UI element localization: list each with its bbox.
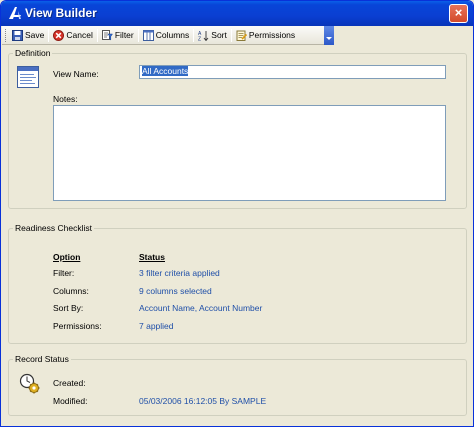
view-name-label: View Name: bbox=[53, 69, 99, 79]
columns-button[interactable]: Columns bbox=[141, 27, 192, 43]
permissions-icon bbox=[236, 30, 247, 41]
columns-icon bbox=[142, 29, 154, 41]
modified-label: Modified: bbox=[53, 396, 88, 406]
clock-gear-icon bbox=[19, 373, 40, 394]
definition-group: Definition View Name: All Accounts Notes… bbox=[8, 48, 467, 209]
save-button[interactable]: Save bbox=[10, 27, 46, 43]
toolbar: Save Cancel Filter Columns A Z Sort Perm… bbox=[2, 26, 334, 45]
readiness-group-label: Readiness Checklist bbox=[13, 223, 95, 233]
permissions-button[interactable]: Permissions bbox=[234, 27, 297, 43]
view-builder-window: View Builder × Save Cancel Filter Column… bbox=[0, 0, 474, 427]
record-status-group: Record Status Created: Modified: 05/03/2… bbox=[8, 354, 467, 416]
toolbar-separator bbox=[230, 28, 232, 42]
checklist-status-sort-link[interactable]: Account Name, Account Number bbox=[139, 303, 262, 313]
checklist-option-sort: Sort By: bbox=[53, 303, 84, 313]
view-name-input[interactable]: All Accounts bbox=[139, 65, 446, 79]
cancel-label: Cancel bbox=[66, 30, 93, 40]
checklist-status-columns-link[interactable]: 9 columns selected bbox=[139, 286, 212, 296]
toolbar-grip[interactable] bbox=[5, 28, 8, 42]
floppy-disk-icon bbox=[12, 29, 23, 41]
checklist-status-filter-link[interactable]: 3 filter criteria applied bbox=[139, 268, 220, 278]
permissions-label: Permissions bbox=[248, 30, 296, 40]
option-column-header: Option bbox=[53, 252, 81, 262]
cancel-button[interactable]: Cancel bbox=[51, 27, 94, 43]
view-form-icon bbox=[17, 66, 39, 88]
filter-icon bbox=[101, 29, 113, 40]
toolbar-overflow-button[interactable] bbox=[324, 26, 334, 45]
status-column-header: Status bbox=[139, 252, 165, 262]
filter-button[interactable]: Filter bbox=[100, 27, 136, 43]
toolbar-separator bbox=[137, 28, 139, 42]
svg-text:Z: Z bbox=[198, 36, 201, 41]
title-bar[interactable]: View Builder × bbox=[1, 1, 473, 26]
created-label: Created: bbox=[53, 378, 86, 388]
notes-label: Notes: bbox=[53, 94, 78, 104]
chevron-down-icon bbox=[326, 37, 332, 40]
close-button[interactable]: × bbox=[449, 4, 468, 23]
view-name-value: All Accounts bbox=[142, 66, 189, 76]
toolbar-separator bbox=[96, 28, 98, 42]
definition-group-label: Definition bbox=[13, 48, 53, 58]
save-label: Save bbox=[25, 30, 45, 40]
checklist-option-columns: Columns: bbox=[53, 286, 89, 296]
filter-label: Filter bbox=[114, 30, 134, 40]
app-logo-icon bbox=[9, 7, 21, 19]
readiness-checklist-group: Readiness Checklist Option Status Filter… bbox=[8, 223, 467, 344]
toolbar-separator bbox=[193, 28, 195, 42]
window-title: View Builder bbox=[25, 6, 97, 20]
notes-textarea[interactable] bbox=[53, 105, 446, 201]
columns-label: Columns bbox=[155, 30, 190, 40]
checklist-option-permissions: Permissions: bbox=[53, 321, 102, 331]
checklist-status-permissions-link[interactable]: 7 applied bbox=[139, 321, 174, 331]
record-status-group-label: Record Status bbox=[13, 354, 71, 364]
modified-value: 05/03/2006 16:12:05 By SAMPLE bbox=[139, 396, 267, 406]
sort-button[interactable]: A Z Sort bbox=[196, 27, 229, 43]
toolbar-separator bbox=[48, 28, 50, 42]
sort-label: Sort bbox=[211, 30, 227, 40]
checklist-option-filter: Filter: bbox=[53, 268, 75, 278]
cancel-icon bbox=[53, 29, 65, 41]
sort-icon: A Z bbox=[198, 30, 209, 41]
